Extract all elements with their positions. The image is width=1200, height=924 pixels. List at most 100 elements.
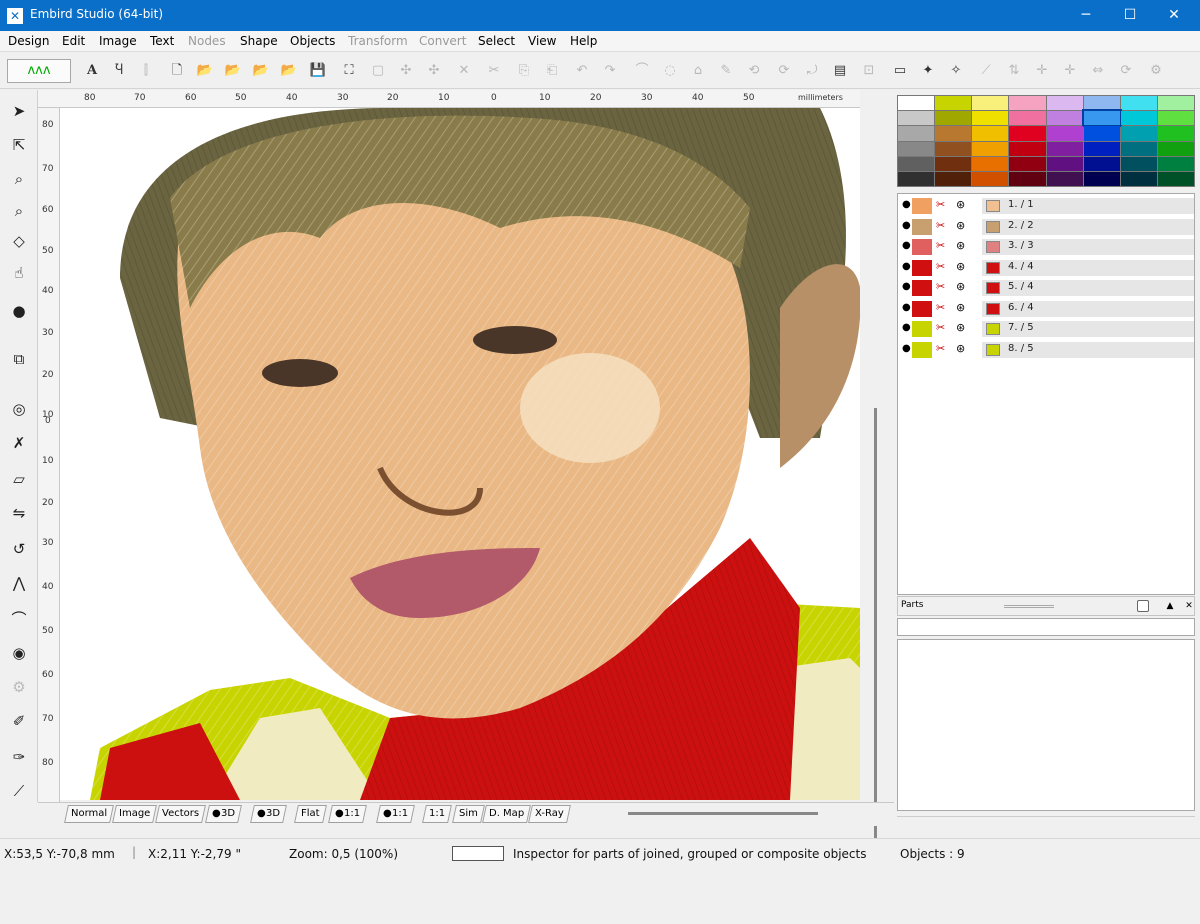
tab-1to1-2[interactable]: ● 1:1 — [376, 805, 415, 823]
zoom-one-icon[interactable]: ⌕ — [6, 198, 32, 224]
visibility-eye-icon[interactable]: ● — [902, 343, 911, 354]
palette-swatch[interactable] — [935, 156, 972, 171]
visibility-eye-icon[interactable]: ● — [902, 281, 911, 292]
palette-swatch[interactable] — [1083, 141, 1120, 156]
palette-swatch[interactable] — [1120, 171, 1157, 186]
hand-icon[interactable]: ☝ — [6, 260, 32, 286]
thread-color-swatch[interactable] — [986, 220, 1000, 233]
maximize-button[interactable]: ☐ — [1108, 3, 1152, 27]
thread-color-swatch[interactable] — [986, 282, 1000, 294]
palette-swatch[interactable] — [935, 141, 972, 156]
redo-icon[interactable]: ↷ — [598, 59, 622, 83]
palette-swatch[interactable] — [1009, 156, 1046, 171]
parts-field[interactable] — [897, 618, 1195, 636]
scissors-icon[interactable]: ✂ — [936, 239, 945, 252]
select-frame-icon[interactable]: ⛶ — [337, 59, 361, 83]
stitch-mode-icon[interactable]: ⊛ — [956, 280, 965, 293]
settings-icon[interactable]: ⚙ — [1144, 59, 1168, 83]
palette-swatch[interactable] — [1083, 96, 1120, 111]
palette-swatch[interactable] — [1046, 156, 1083, 171]
shape-fill-icon[interactable]: ● — [6, 298, 32, 324]
save-icon[interactable]: 💾 — [306, 59, 330, 83]
rotate-icon[interactable]: ⟳ — [1114, 59, 1138, 83]
object-row[interactable]: ● ✂ ⊛ 6. / 4 — [898, 299, 1194, 319]
palette-swatch[interactable] — [1083, 171, 1120, 186]
paste-icon[interactable]: ⎗ — [540, 59, 564, 83]
rect-select-icon[interactable]: ▢ — [366, 59, 390, 83]
zoom-icon[interactable]: ⌕ — [6, 166, 32, 192]
palette-swatch[interactable] — [972, 126, 1009, 141]
tab-3d-2[interactable]: ● 3D — [250, 805, 287, 823]
new-file-icon[interactable]: 🗋 — [165, 59, 189, 83]
object-tool-2-icon[interactable]: ✧ — [944, 59, 968, 83]
palette-swatch[interactable] — [935, 96, 972, 111]
palette-swatch[interactable] — [898, 141, 935, 156]
vertical-scrollbar[interactable] — [860, 108, 894, 838]
menu-view[interactable]: View — [528, 34, 556, 48]
node-select-2-icon[interactable]: ✣ — [422, 59, 446, 83]
visibility-eye-icon[interactable]: ● — [902, 240, 911, 251]
close-button[interactable]: ✕ — [1152, 3, 1196, 27]
palette-swatch[interactable] — [1046, 96, 1083, 111]
lasso-icon[interactable]: ◇ — [6, 228, 32, 254]
palette-swatch[interactable] — [1157, 141, 1194, 156]
palette-swatch[interactable] — [972, 171, 1009, 186]
horizontal-scroll-thumb[interactable] — [628, 812, 818, 815]
menu-image[interactable]: Image — [99, 34, 137, 48]
palette-swatch[interactable] — [1081, 109, 1122, 128]
palette-swatch[interactable] — [1083, 126, 1120, 141]
palette-swatch[interactable] — [1046, 126, 1083, 141]
flip-icon[interactable]: ⇔ — [1086, 59, 1110, 83]
menu-nodes[interactable]: Nodes — [188, 34, 226, 48]
object-row[interactable]: ● ✂ ⊛ 7. / 5 — [898, 319, 1194, 339]
palette-swatch[interactable] — [1120, 156, 1157, 171]
satin-icon[interactable]: ▱ — [6, 466, 32, 492]
parts-checkbox[interactable] — [1137, 600, 1149, 612]
thread-color-swatch[interactable] — [986, 302, 1000, 315]
pin-icon[interactable]: ✑ — [6, 744, 32, 770]
palette-swatch[interactable] — [935, 126, 972, 141]
delete-icon[interactable]: ✕ — [452, 59, 476, 83]
visibility-eye-icon[interactable]: ● — [902, 261, 911, 272]
tab-image[interactable]: Image — [112, 805, 158, 823]
palette-swatch[interactable] — [1157, 96, 1194, 111]
stitch-mode-icon[interactable]: ⊛ — [956, 239, 965, 252]
object-row[interactable]: ● ✂ ⊛ 2. / 2 — [898, 217, 1194, 237]
design-canvas[interactable] — [60, 108, 860, 800]
palette-swatch[interactable] — [898, 126, 935, 141]
scissors-icon[interactable]: ✂ — [936, 342, 945, 355]
undo-icon[interactable]: ↶ — [570, 59, 594, 83]
palette-swatch[interactable] — [1009, 96, 1046, 111]
palette-swatch[interactable] — [1009, 111, 1046, 126]
palette-swatch[interactable] — [1046, 111, 1083, 126]
tab-3d[interactable]: ● 3D — [205, 805, 242, 823]
node-pointer-icon[interactable]: ⇱ — [6, 132, 32, 158]
move-2-icon[interactable]: ✛ — [1058, 59, 1082, 83]
move-icon[interactable]: ✛ — [1030, 59, 1054, 83]
palette-swatch[interactable] — [898, 96, 935, 111]
curve-icon[interactable]: ↺ — [6, 536, 32, 562]
bezier-icon[interactable]: ⌒ — [630, 59, 654, 83]
tab-flat[interactable]: Flat — [294, 805, 327, 823]
palette-swatch[interactable] — [1157, 111, 1194, 126]
pen-icon[interactable]: ✎ — [714, 59, 738, 83]
object-row[interactable]: ● ✂ ⊛ 4. / 4 — [898, 258, 1194, 278]
object-panel-icon[interactable]: ▭ — [888, 59, 912, 83]
zigzag-icon[interactable]: ⋀ — [6, 570, 32, 596]
knot-icon[interactable]: ✗ — [6, 430, 32, 456]
menu-text[interactable]: Text — [150, 34, 174, 48]
palette-swatch[interactable] — [1083, 156, 1120, 171]
open-folder-3-icon[interactable]: 📂 — [249, 59, 273, 83]
vertical-scroll-thumb[interactable] — [874, 408, 877, 838]
spiral-icon[interactable]: ◎ — [6, 396, 32, 422]
tab-x-ray[interactable]: X-Ray — [528, 805, 571, 823]
line-icon[interactable]: ⟋ — [974, 59, 998, 83]
thread-color-swatch[interactable] — [986, 241, 1000, 253]
thread-color-swatch[interactable] — [986, 200, 1000, 212]
gear-icon[interactable]: ⚙ — [6, 674, 32, 700]
node-edit-2-icon[interactable]: ⟳ — [772, 59, 796, 83]
menu-design[interactable]: Design — [8, 34, 49, 48]
app-icon[interactable]: ✕ — [7, 8, 23, 24]
tab-1to1[interactable]: ● 1:1 — [328, 805, 367, 823]
open-folder-4-icon[interactable]: 📂 — [277, 59, 301, 83]
